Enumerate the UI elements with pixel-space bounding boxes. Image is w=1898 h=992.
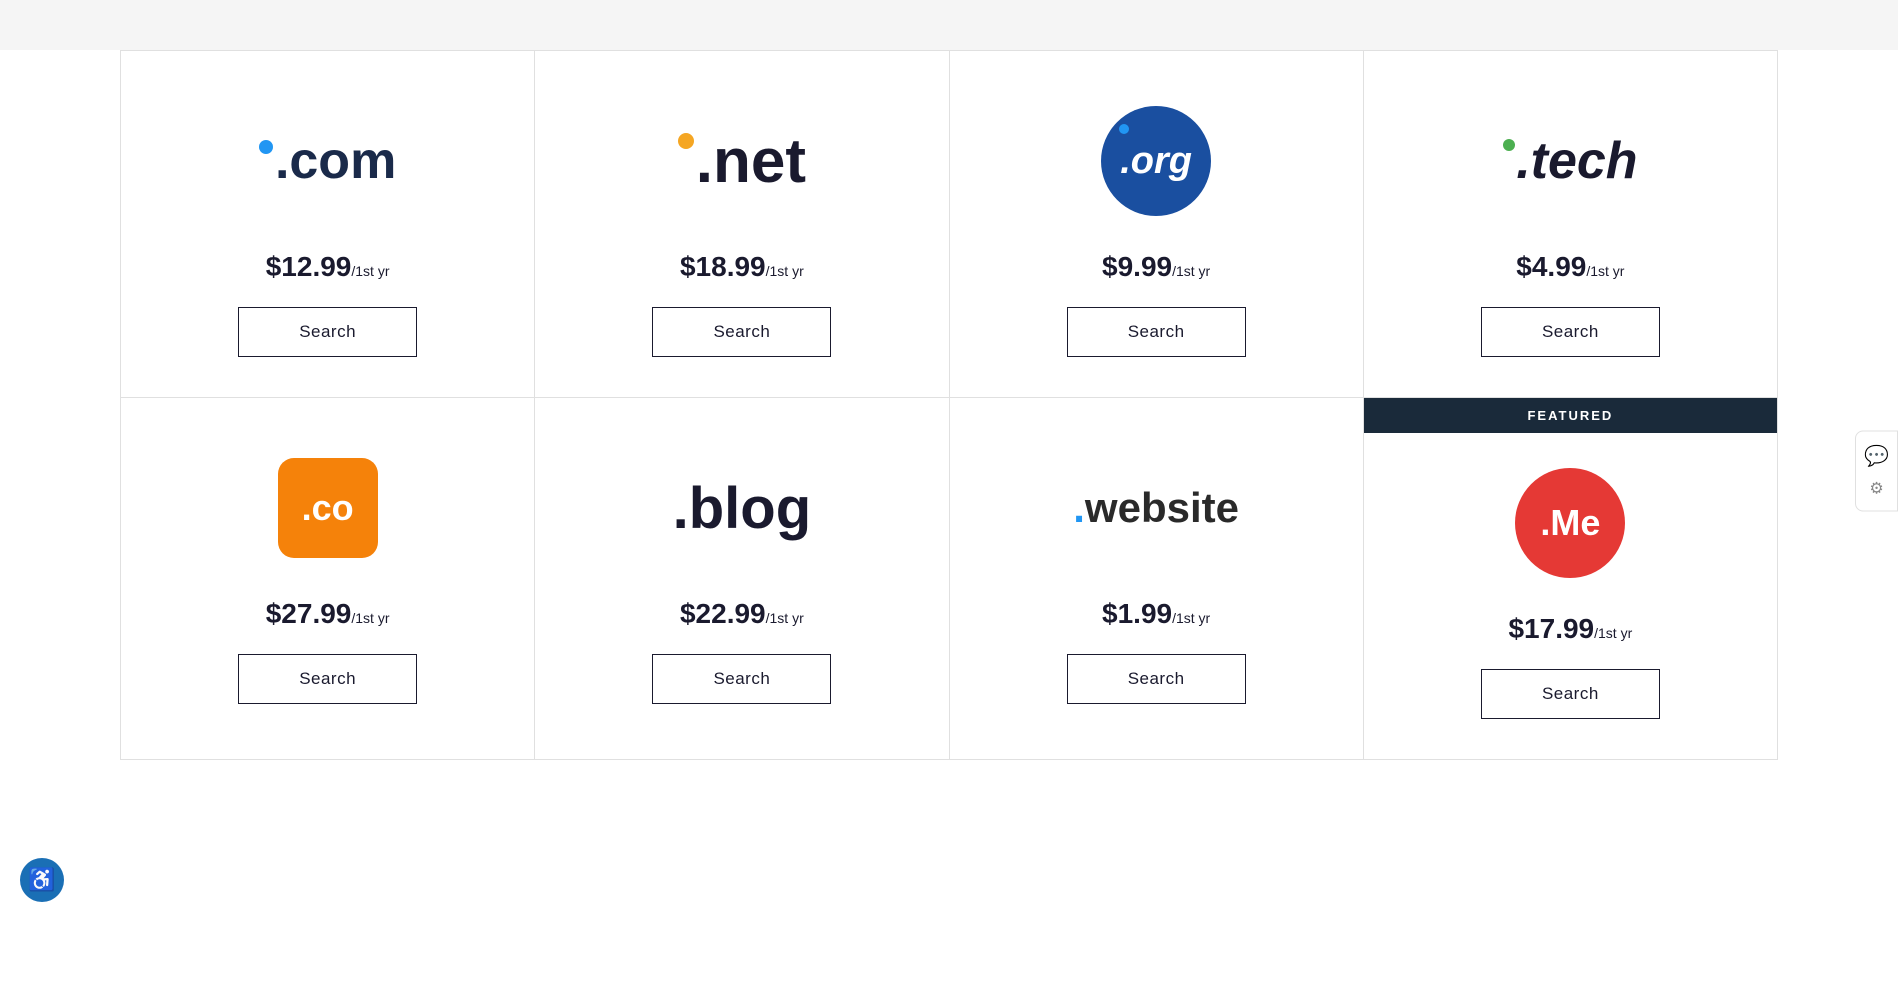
tech-logo: .tech — [1503, 131, 1637, 191]
co-price-area: $27.99/1st yr — [266, 598, 390, 630]
blog-logo-area: .blog — [673, 438, 812, 578]
net-logo-area: .net — [678, 91, 806, 231]
accessibility-icon: ♿ — [28, 867, 55, 893]
org-price-main: $9.99 — [1102, 251, 1172, 282]
net-logo: .net — [678, 126, 806, 197]
page-wrapper: .com $12.99/1st yr Search .net $18.99/1s… — [0, 50, 1898, 992]
side-chat-widget: 💬 ⚙ — [1855, 431, 1898, 512]
tech-search-button[interactable]: Search — [1481, 307, 1660, 357]
tech-price-area: $4.99/1st yr — [1516, 251, 1624, 283]
blog-logo: .blog — [673, 475, 812, 542]
domain-card-tech: .tech $4.99/1st yr Search — [1364, 51, 1778, 398]
co-text: .co — [302, 487, 354, 529]
me-logo-dot: . — [1540, 502, 1550, 543]
org-price-area: $9.99/1st yr — [1102, 251, 1210, 283]
org-search-button[interactable]: Search — [1067, 307, 1246, 357]
tech-logo-area: .tech — [1503, 91, 1637, 231]
domain-card-blog: .blog $22.99/1st yr Search — [535, 398, 949, 760]
featured-banner: FEATURED — [1364, 398, 1777, 433]
me-price-main: $17.99 — [1508, 613, 1594, 644]
net-dot — [678, 133, 694, 149]
tech-dot — [1503, 139, 1515, 151]
com-search-button[interactable]: Search — [238, 307, 417, 357]
domain-card-net: .net $18.99/1st yr Search — [535, 51, 949, 398]
me-price-area: $17.99/1st yr — [1508, 613, 1632, 645]
blog-price-area: $22.99/1st yr — [680, 598, 804, 630]
com-dot — [259, 140, 273, 154]
org-logo-area: .org — [1101, 91, 1211, 231]
org-dot — [1119, 124, 1129, 134]
blog-price-main: $22.99 — [680, 598, 766, 629]
website-price-area: $1.99/1st yr — [1102, 598, 1210, 630]
website-logo: .website — [1073, 484, 1239, 532]
domain-card-website: .website $1.99/1st yr Search — [950, 398, 1364, 760]
domain-card-org: .org $9.99/1st yr Search — [950, 51, 1364, 398]
net-search-button[interactable]: Search — [652, 307, 831, 357]
website-dot: . — [1073, 484, 1085, 531]
domain-grid: .com $12.99/1st yr Search .net $18.99/1s… — [120, 50, 1778, 760]
com-price-main: $12.99 — [266, 251, 352, 282]
net-price-area: $18.99/1st yr — [680, 251, 804, 283]
settings-icon[interactable]: ⚙ — [1869, 479, 1883, 499]
blog-search-button[interactable]: Search — [652, 654, 831, 704]
domain-card-me: FEATURED .Me $17.99/1st yr Search — [1364, 398, 1778, 760]
tech-price-period: /1st yr — [1586, 263, 1624, 279]
domain-card-com: .com $12.99/1st yr Search — [121, 51, 535, 398]
tech-price-main: $4.99 — [1516, 251, 1586, 282]
website-price-main: $1.99 — [1102, 598, 1172, 629]
com-logo-area: .com — [259, 91, 396, 231]
website-search-button[interactable]: Search — [1067, 654, 1246, 704]
co-search-button[interactable]: Search — [238, 654, 417, 704]
co-price-main: $27.99 — [266, 598, 352, 629]
com-price-area: $12.99/1st yr — [266, 251, 390, 283]
com-logo: .com — [259, 131, 396, 191]
co-price-period: /1st yr — [351, 610, 389, 626]
org-price-period: /1st yr — [1172, 263, 1210, 279]
website-price-period: /1st yr — [1172, 610, 1210, 626]
net-price-period: /1st yr — [766, 263, 804, 279]
org-text: .org — [1120, 140, 1192, 183]
me-text: .Me — [1540, 502, 1600, 544]
accessibility-widget[interactable]: ♿ — [20, 858, 64, 902]
net-price-main: $18.99 — [680, 251, 766, 282]
domain-card-co: .co $27.99/1st yr Search — [121, 398, 535, 760]
website-logo-area: .website — [1073, 438, 1239, 578]
chat-icon[interactable]: 💬 — [1864, 444, 1889, 469]
me-search-button[interactable]: Search — [1481, 669, 1660, 719]
me-logo-area: .Me — [1515, 453, 1625, 593]
com-price-period: /1st yr — [351, 263, 389, 279]
org-logo: .org — [1101, 106, 1211, 216]
co-logo-area: .co — [278, 438, 378, 578]
co-logo: .co — [278, 458, 378, 558]
blog-price-period: /1st yr — [766, 610, 804, 626]
me-logo: .Me — [1515, 468, 1625, 578]
me-price-period: /1st yr — [1594, 625, 1632, 641]
